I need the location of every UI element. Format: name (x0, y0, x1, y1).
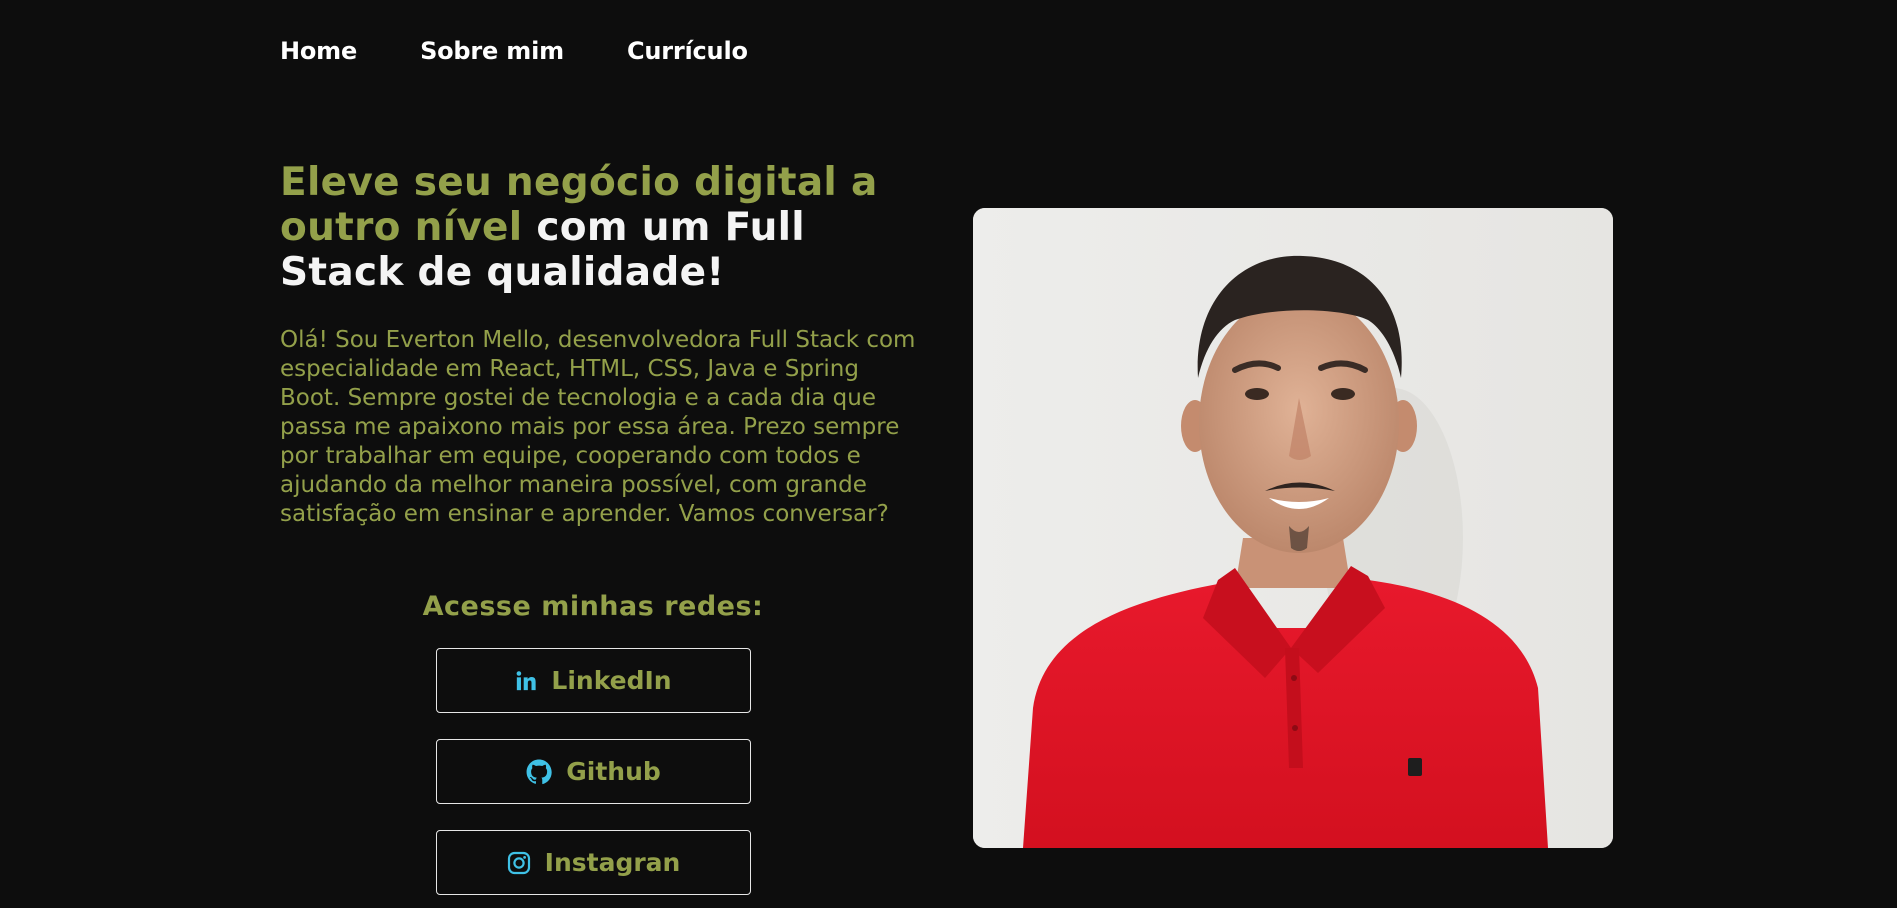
main-nav: Home Sobre mim Currículo (280, 34, 811, 68)
bio-text: Olá! Sou Everton Mello, desenvolvedora F… (280, 327, 916, 527)
nav-sobre-mim[interactable]: Sobre mim (420, 34, 564, 68)
github-label: Github (566, 757, 661, 786)
nav-curriculo[interactable]: Currículo (627, 34, 748, 68)
instagram-label: Instagran (544, 848, 681, 877)
profile-photo (973, 208, 1613, 848)
instagram-icon (507, 851, 531, 875)
github-button[interactable]: Github (436, 739, 751, 804)
hero-title: Eleve seu negócio digital a outro nível … (280, 160, 920, 295)
linkedin-button[interactable]: LinkedIn (436, 648, 751, 713)
linkedin-label: LinkedIn (551, 666, 672, 695)
linkedin-icon (515, 670, 537, 692)
github-icon (526, 759, 552, 785)
social-title: Acesse minhas redes: (422, 591, 764, 622)
nav-home[interactable]: Home (280, 34, 357, 68)
instagram-button[interactable]: Instagran (436, 830, 751, 895)
